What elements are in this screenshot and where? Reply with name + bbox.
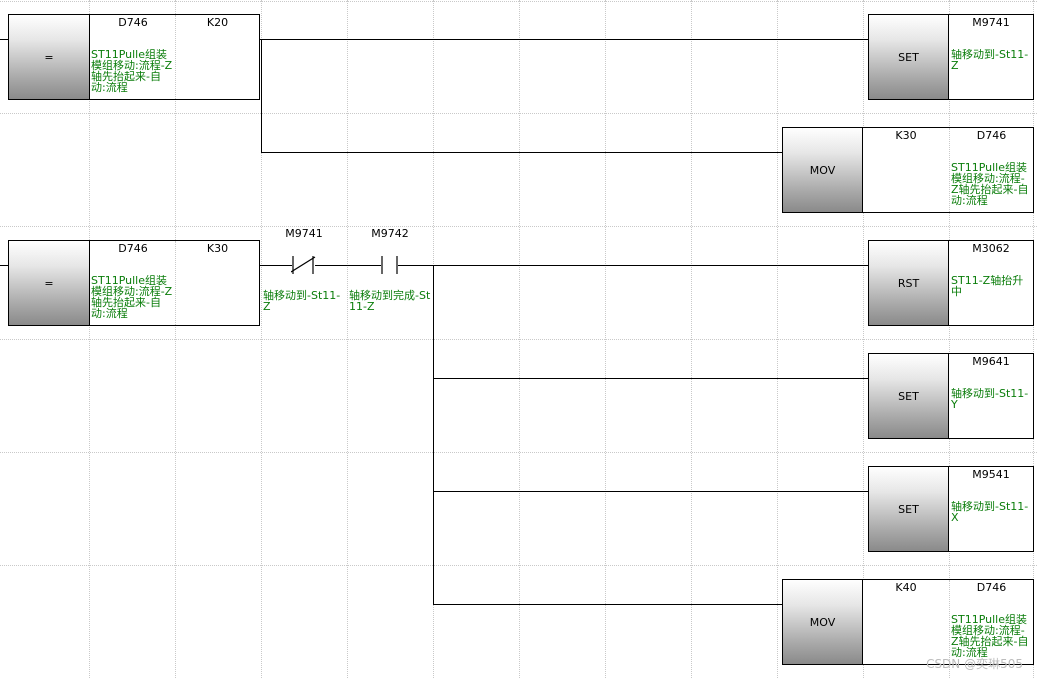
compare-operator: =: [9, 15, 90, 99]
set-instruction-block[interactable]: SET M9541 轴移动到-St11-X: [868, 466, 1034, 552]
normally-open-contact-icon[interactable]: [380, 254, 400, 276]
grid-row-line: [0, 1, 1037, 2]
mov-instruction-block[interactable]: MOV K30 D746 ST11Pulle组装模组移动:流程-Z轴先抬起来-自…: [782, 127, 1034, 213]
rung-wire: [398, 265, 869, 266]
device-comment: 轴移动到-St11-Y: [951, 388, 1029, 411]
set-operator: SET: [869, 15, 949, 99]
grid-row-line: [0, 339, 1037, 340]
rst-device: M3062: [972, 242, 1010, 255]
rung-wire: [259, 265, 292, 266]
rst-instruction-block[interactable]: RST M3062 ST11-Z轴抬升中: [868, 240, 1034, 326]
compare-operand-2: K20: [206, 16, 229, 29]
set-operator: SET: [869, 467, 949, 551]
contact-comment: 轴移动到完成-St11-Z: [349, 289, 431, 313]
device-comment: ST11Pulle组装模组移动:流程-Z轴先抬起来-自动:流程: [91, 275, 173, 320]
set-instruction-block[interactable]: SET M9741 轴移动到-St11-Z: [868, 14, 1034, 100]
device-comment: 轴移动到-St11-Z: [951, 49, 1029, 72]
compare-operand-2: K30: [206, 242, 229, 255]
contact-comment: 轴移动到-St11-Z: [263, 289, 341, 313]
device-comment: ST11-Z轴抬升中: [951, 275, 1024, 298]
set-device: M9541: [972, 468, 1010, 481]
compare-operator: =: [9, 241, 90, 325]
mov-source: K40: [895, 581, 917, 594]
normally-closed-contact-icon[interactable]: [291, 254, 317, 276]
set-instruction-block[interactable]: SET M9641 轴移动到-St11-Y: [868, 353, 1034, 439]
device-comment: ST11Pulle组装模组移动:流程-Z轴先抬起来-自动:流程: [91, 49, 173, 94]
mov-operator: MOV: [783, 128, 863, 212]
grid-row-line: [0, 113, 1037, 114]
mov-destination: D746: [976, 129, 1007, 142]
rung-wire: [315, 265, 381, 266]
contact-device-label: M9742: [371, 227, 409, 240]
compare-operand-1: D746: [118, 16, 148, 29]
power-rail-stub: [0, 39, 8, 40]
ladder-diagram-editor[interactable]: = D746 K20 ST11Pulle组装模组移动:流程-Z轴先抬起来-自动:…: [0, 0, 1037, 678]
rung-wire: [261, 152, 783, 153]
set-device: M9741: [972, 16, 1010, 29]
device-comment: ST11Pulle组装模组移动:流程-Z轴先抬起来-自动:流程: [951, 162, 1029, 207]
contact-device-label: M9741: [285, 227, 323, 240]
rung-wire: [259, 39, 869, 40]
grid-row-line: [0, 565, 1037, 566]
rung-wire: [433, 491, 869, 492]
rung-wire: [433, 378, 869, 379]
set-operator: SET: [869, 354, 949, 438]
set-device: M9641: [972, 355, 1010, 368]
compare-instruction-block[interactable]: = D746 K30 ST11Pulle组装模组移动:流程-Z轴先抬起来-自动:…: [8, 240, 260, 326]
rst-operator: RST: [869, 241, 949, 325]
rung-wire: [433, 604, 783, 605]
power-rail-stub: [0, 265, 8, 266]
compare-operand-1: D746: [118, 242, 148, 255]
branch-wire: [433, 265, 434, 604]
compare-instruction-block[interactable]: = D746 K20 ST11Pulle组装模组移动:流程-Z轴先抬起来-自动:…: [8, 14, 260, 100]
device-comment: 轴移动到-St11-X: [951, 501, 1029, 524]
mov-operator: MOV: [783, 580, 863, 664]
watermark-text: CSDN @奕琳505: [926, 657, 1023, 671]
mov-source: K30: [895, 129, 917, 142]
grid-row-line: [0, 452, 1037, 453]
branch-wire: [261, 39, 262, 152]
grid-row-line: [0, 226, 1037, 227]
mov-destination: D746: [976, 581, 1007, 594]
mov-instruction-block[interactable]: MOV K40 D746 ST11Pulle组装模组移动:流程-Z轴先抬起来-自…: [782, 579, 1034, 665]
